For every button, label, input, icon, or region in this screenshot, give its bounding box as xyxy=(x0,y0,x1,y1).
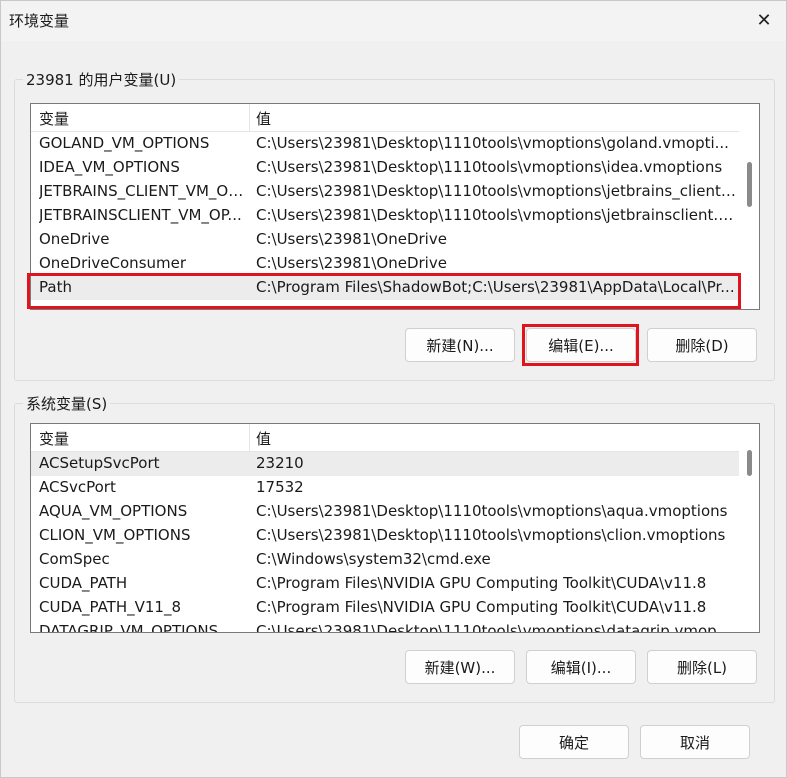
variable-name: IDEA_VM_OPTIONS xyxy=(39,158,180,176)
variable-value: C:\Users\23981\Desktop\1110tools\vmoptio… xyxy=(256,182,736,200)
system-variables-scrollbar[interactable] xyxy=(739,424,759,632)
environment-variables-dialog: 环境变量 ✕ 23981 的用户变量(U) 变量 值 GOLAND_VM_OPT… xyxy=(0,0,787,778)
table-row[interactable]: DATAGRIP_VM_OPTIONS C:\Users\23981\Deskt… xyxy=(31,620,739,633)
table-row[interactable]: GOLAND_VM_OPTIONS C:\Users\23981\Desktop… xyxy=(31,132,739,156)
user-variables-scrollbar[interactable] xyxy=(739,104,759,309)
variable-name: AQUA_VM_OPTIONS xyxy=(39,502,188,520)
user-new-button[interactable]: 新建(N)... xyxy=(405,328,515,362)
ok-button[interactable]: 确定 xyxy=(519,725,629,759)
variable-value: 23210 xyxy=(256,454,304,472)
variable-value: C:\Users\23981\Desktop\1110tools\vmoptio… xyxy=(256,206,736,224)
table-row[interactable]: JETBRAINSCLIENT_VM_OP... C:\Users\23981\… xyxy=(31,204,739,228)
title-bar: 环境变量 ✕ xyxy=(1,1,786,41)
table-row[interactable]: AQUA_VM_OPTIONS C:\Users\23981\Desktop\1… xyxy=(31,500,739,524)
table-row[interactable]: ComSpec C:\Windows\system32\cmd.exe xyxy=(31,548,739,572)
close-icon: ✕ xyxy=(756,9,772,31)
variable-name: JETBRAINSCLIENT_VM_OP... xyxy=(39,206,242,224)
variable-value: C:\Users\23981\Desktop\1110tools\vmoptio… xyxy=(256,134,729,152)
user-variables-rows: GOLAND_VM_OPTIONS C:\Users\23981\Desktop… xyxy=(31,132,739,300)
system-variables-group: 系统变量(S) 变量 值 ACSetupSvcPort 23210 ACSvcP… xyxy=(14,393,775,703)
system-variables-list[interactable]: 变量 值 ACSetupSvcPort 23210 ACSvcPort 1753… xyxy=(30,423,760,633)
variable-value: C:\Windows\system32\cmd.exe xyxy=(256,550,491,568)
column-separator[interactable] xyxy=(249,424,250,452)
variable-name: ACSvcPort xyxy=(39,478,116,496)
table-row[interactable]: ACSetupSvcPort 23210 xyxy=(31,452,739,476)
table-row[interactable]: IDEA_VM_OPTIONS C:\Users\23981\Desktop\1… xyxy=(31,156,739,180)
variable-name: CUDA_PATH xyxy=(39,574,128,592)
table-row[interactable]: OneDrive C:\Users\23981\OneDrive xyxy=(31,228,739,252)
user-variables-group: 23981 的用户变量(U) 变量 值 GOLAND_VM_OPTIONS C:… xyxy=(14,69,775,381)
system-variables-rows: ACSetupSvcPort 23210 ACSvcPort 17532 AQU… xyxy=(31,452,739,633)
variable-name: CUDA_PATH_V11_8 xyxy=(39,598,182,616)
cancel-button[interactable]: 取消 xyxy=(640,725,750,759)
user-edit-button[interactable]: 编辑(E)... xyxy=(526,328,636,362)
variable-name: ACSetupSvcPort xyxy=(39,454,160,472)
scroll-thumb[interactable] xyxy=(747,450,752,476)
user-variables-label: 23981 的用户变量(U) xyxy=(23,69,180,90)
column-header-value[interactable]: 值 xyxy=(256,108,271,129)
variable-value: C:\Program Files\NVIDIA GPU Computing To… xyxy=(256,574,707,592)
variable-name: CLION_VM_OPTIONS xyxy=(39,526,191,544)
variable-value: C:\Users\23981\Desktop\1110tools\vmoptio… xyxy=(256,158,723,176)
variable-value: C:\Users\23981\Desktop\1110tools\vmoptio… xyxy=(256,502,728,520)
table-row[interactable]: CUDA_PATH C:\Program Files\NVIDIA GPU Co… xyxy=(31,572,739,596)
system-delete-button[interactable]: 删除(L) xyxy=(647,650,757,684)
variable-name: Path xyxy=(39,278,72,296)
table-row[interactable]: JETBRAINS_CLIENT_VM_OP... C:\Users\23981… xyxy=(31,180,739,204)
column-separator[interactable] xyxy=(249,104,250,132)
table-row[interactable]: OneDriveConsumer C:\Users\23981\OneDrive xyxy=(31,252,739,276)
variable-name: ComSpec xyxy=(39,550,110,568)
variable-value: 17532 xyxy=(256,478,304,496)
system-variables-header: 变量 值 xyxy=(31,424,739,452)
user-variables-header: 变量 值 xyxy=(31,104,739,132)
variable-name: OneDriveConsumer xyxy=(39,254,187,272)
variable-value: C:\Program Files\NVIDIA GPU Computing To… xyxy=(256,598,707,616)
variable-name: OneDrive xyxy=(39,230,110,248)
variable-value: C:\Users\23981\OneDrive xyxy=(256,230,447,248)
variable-value: C:\Users\23981\OneDrive xyxy=(256,254,447,272)
table-row[interactable]: CLION_VM_OPTIONS C:\Users\23981\Desktop\… xyxy=(31,524,739,548)
system-new-button[interactable]: 新建(W)... xyxy=(405,650,515,684)
user-delete-button[interactable]: 删除(D) xyxy=(647,328,757,362)
variable-name: JETBRAINS_CLIENT_VM_OP... xyxy=(39,182,247,200)
table-row[interactable]: CUDA_PATH_V11_8 C:\Program Files\NVIDIA … xyxy=(31,596,739,620)
table-row[interactable]: ACSvcPort 17532 xyxy=(31,476,739,500)
user-variables-list[interactable]: 变量 值 GOLAND_VM_OPTIONS C:\Users\23981\De… xyxy=(30,103,760,310)
close-button[interactable]: ✕ xyxy=(742,1,786,39)
window-title: 环境变量 xyxy=(9,12,70,30)
variable-name: GOLAND_VM_OPTIONS xyxy=(39,134,210,152)
column-header-name[interactable]: 变量 xyxy=(39,428,69,449)
system-edit-button[interactable]: 编辑(I)... xyxy=(526,650,636,684)
variable-value: C:\Users\23981\Desktop\1110tools\vmoptio… xyxy=(256,526,726,544)
table-row-selected-path[interactable]: Path C:\Program Files\ShadowBot;C:\Users… xyxy=(31,276,739,300)
column-header-name[interactable]: 变量 xyxy=(39,108,69,129)
scroll-thumb[interactable] xyxy=(747,162,752,207)
variable-value: C:\Program Files\ShadowBot;C:\Users\2398… xyxy=(256,278,735,296)
system-variables-label: 系统变量(S) xyxy=(23,393,111,414)
variable-value: C:\Users\23981\Desktop\1110tools\vmoptio… xyxy=(256,622,736,633)
variable-name: DATAGRIP_VM_OPTIONS xyxy=(39,622,219,633)
column-header-value[interactable]: 值 xyxy=(256,428,271,449)
